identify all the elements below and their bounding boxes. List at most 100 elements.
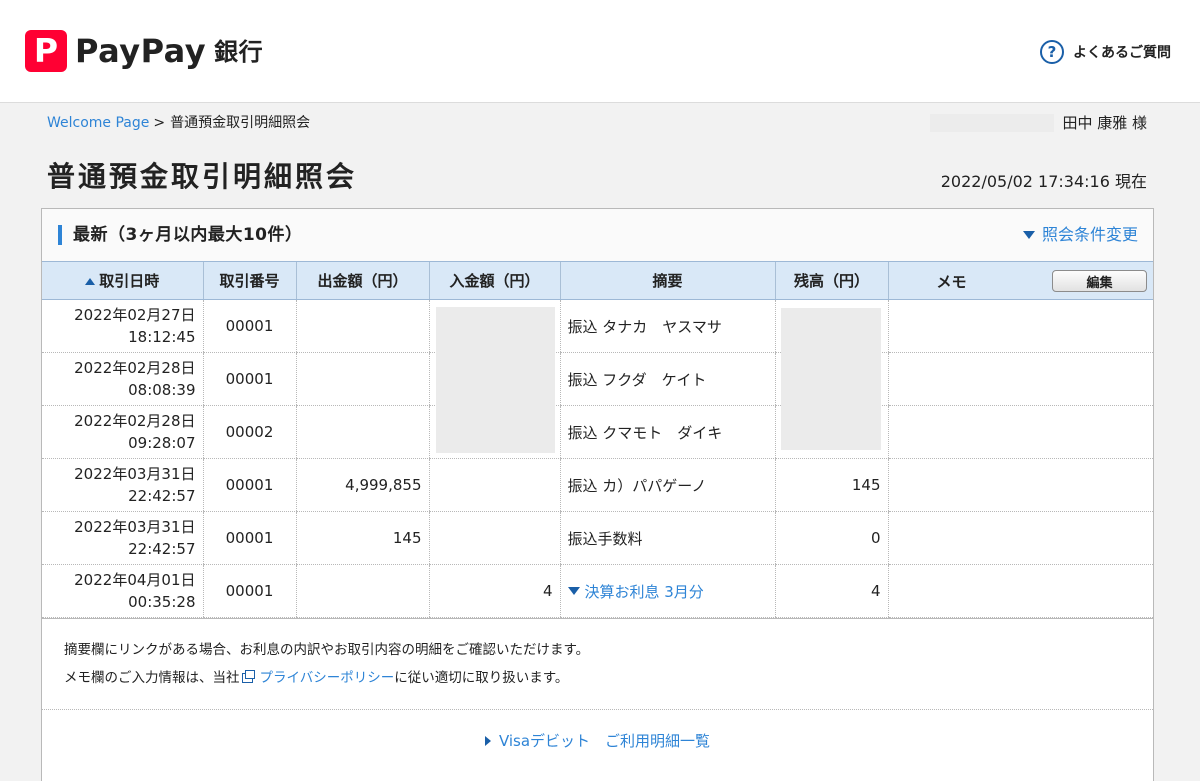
cell-description: 振込 タナカ ヤスマサ bbox=[559, 299, 775, 353]
panel-title: 最新（3ヶ月以内最大10件） bbox=[73, 225, 303, 245]
as-of-timestamp: 2022/05/02 17:34:16 現在 bbox=[940, 172, 1147, 191]
row-time: 22:42:57 bbox=[128, 540, 196, 558]
page-title: 普通預金取引明細照会 bbox=[47, 160, 358, 193]
edit-memo-button[interactable]: 編集 bbox=[1052, 270, 1147, 292]
breadcrumb: Welcome Page > 普通預金取引明細照会 bbox=[47, 114, 310, 132]
cell-credit bbox=[428, 511, 560, 565]
cell-debit bbox=[295, 564, 429, 618]
triangle-down-icon bbox=[567, 587, 580, 595]
cell-description: 決算お利息 3月分 bbox=[559, 564, 775, 618]
cell-date: 2022年03月31日 22:42:57 bbox=[42, 458, 203, 512]
cell-description: 振込 クマモト ダイキ bbox=[559, 405, 775, 459]
change-query-link[interactable]: 照会条件変更 bbox=[1022, 224, 1138, 246]
cell-memo bbox=[887, 564, 1153, 618]
cell-debit bbox=[295, 405, 429, 459]
row-time: 09:28:07 bbox=[128, 434, 196, 452]
cell-number: 00001 bbox=[202, 352, 296, 406]
triangle-down-icon bbox=[1022, 231, 1035, 239]
cell-memo bbox=[887, 299, 1153, 353]
cell-debit bbox=[295, 352, 429, 406]
table-row: 2022年02月28日 08:08:39 00001 振込 フクダ ケイト bbox=[42, 352, 1153, 406]
header-balance: 残高（円） bbox=[774, 261, 888, 300]
cell-credit bbox=[428, 458, 560, 512]
row-date: 2022年03月31日 bbox=[74, 518, 196, 536]
masked-info bbox=[930, 114, 1055, 132]
cell-date: 2022年03月31日 22:42:57 bbox=[42, 511, 203, 565]
cell-debit bbox=[295, 299, 429, 353]
note-link-info: 摘要欄にリンクがある場合、お利息の内訳やお取引内容の明細をご確認いただけます。 bbox=[64, 642, 590, 658]
row-date: 2022年03月31日 bbox=[74, 465, 196, 483]
cell-description: 振込手数料 bbox=[559, 511, 775, 565]
row-date: 2022年04月01日 bbox=[74, 571, 196, 589]
cell-number: 00001 bbox=[202, 564, 296, 618]
visa-debit-statement-link[interactable]: Visaデビット ご利用明細一覧 bbox=[484, 730, 711, 752]
header-debit: 出金額（円） bbox=[295, 261, 429, 300]
masked-balance-amounts bbox=[781, 308, 881, 450]
cell-number: 00002 bbox=[202, 405, 296, 459]
cell-description: 振込 フクダ ケイト bbox=[559, 352, 775, 406]
notes-block: 摘要欄にリンクがある場合、お利息の内訳やお取引内容の明細をご確認いただけます。 … bbox=[42, 618, 1153, 710]
visa-debit-label: Visaデビット ご利用明細一覧 bbox=[498, 732, 711, 750]
cell-credit: 4 bbox=[428, 564, 560, 618]
brand-name-suffix: 銀行 bbox=[214, 38, 264, 66]
brand-name[interactable]: PayPay 銀行 bbox=[75, 31, 263, 72]
breadcrumb-separator: > bbox=[153, 115, 166, 131]
cell-memo bbox=[887, 511, 1153, 565]
breadcrumb-current: 普通預金取引明細照会 bbox=[170, 115, 311, 131]
panel-header: 最新（3ヶ月以内最大10件） 照会条件変更 bbox=[42, 209, 1153, 261]
row-date: 2022年02月28日 bbox=[74, 412, 196, 430]
logo-glyph: P bbox=[33, 31, 59, 70]
table-header-row: 取引日時 取引番号 出金額（円） 入金額（円） 摘要 残高（円） メモ 編集 bbox=[42, 261, 1153, 300]
masked-credit-amounts bbox=[436, 307, 555, 453]
breadcrumb-home-link[interactable]: Welcome Page bbox=[47, 115, 149, 131]
cell-description: 振込 カ）パパゲーノ bbox=[559, 458, 775, 512]
cell-memo bbox=[887, 352, 1153, 406]
header-memo: メモ 編集 bbox=[887, 261, 1153, 300]
row-time: 22:42:57 bbox=[128, 487, 196, 505]
paypay-logo-icon[interactable]: P bbox=[25, 30, 67, 72]
cell-memo bbox=[887, 405, 1153, 459]
cell-memo bbox=[887, 458, 1153, 512]
cell-date: 2022年02月28日 08:08:39 bbox=[42, 352, 203, 406]
privacy-policy-link[interactable]: プライバシーポリシー bbox=[260, 670, 395, 686]
header-memo-label: メモ bbox=[936, 273, 967, 291]
cell-number: 00001 bbox=[202, 299, 296, 353]
sort-up-icon bbox=[85, 278, 96, 285]
header-number: 取引番号 bbox=[202, 261, 296, 300]
cell-debit: 145 bbox=[295, 511, 429, 565]
faq-label: よくあるご質問 bbox=[1073, 45, 1171, 61]
row-date: 2022年02月27日 bbox=[74, 306, 196, 324]
cell-date: 2022年04月01日 00:35:28 bbox=[42, 564, 203, 618]
cell-balance: 145 bbox=[774, 458, 888, 512]
cell-number: 00001 bbox=[202, 458, 296, 512]
row-time: 18:12:45 bbox=[128, 328, 196, 346]
header-description: 摘要 bbox=[559, 261, 775, 300]
cell-number: 00001 bbox=[202, 511, 296, 565]
visa-row: Visaデビット ご利用明細一覧 bbox=[42, 730, 1153, 752]
note-memo-info: メモ欄のご入力情報は、当社 プライバシーポリシーに従い適切に取り扱います。 bbox=[64, 669, 568, 687]
header-credit: 入金額（円） bbox=[428, 261, 560, 300]
cell-debit: 4,999,855 bbox=[295, 458, 429, 512]
table-row: 2022年03月31日 22:42:57 00001 145 振込手数料 0 bbox=[42, 511, 1153, 565]
external-window-icon bbox=[241, 670, 255, 683]
interest-detail-link[interactable]: 決算お利息 3月分 bbox=[567, 581, 704, 602]
cell-date: 2022年02月28日 09:28:07 bbox=[42, 405, 203, 459]
cell-balance: 4 bbox=[774, 564, 888, 618]
table-row: 2022年03月31日 22:42:57 00001 4,999,855 振込 カ… bbox=[42, 458, 1153, 512]
row-time: 00:35:28 bbox=[128, 593, 196, 611]
table-row: 2022年02月27日 18:12:45 00001 振込 タナカ ヤスマサ bbox=[42, 299, 1153, 353]
note-memo-prefix: メモ欄のご入力情報は、当社 bbox=[64, 670, 240, 686]
brand-name-main: PayPay bbox=[75, 32, 207, 70]
interest-detail-label: 決算お利息 3月分 bbox=[584, 582, 704, 601]
transaction-panel: 最新（3ヶ月以内最大10件） 照会条件変更 取引日時 取引番号 出金額（円） 入… bbox=[41, 208, 1154, 781]
table-row: 2022年04月01日 00:35:28 00001 4 決算お利息 3月分 4 bbox=[42, 564, 1153, 618]
section-accent-bar bbox=[58, 225, 62, 245]
cell-date: 2022年02月27日 18:12:45 bbox=[42, 299, 203, 353]
faq-link[interactable]: ? よくあるご質問 bbox=[1040, 39, 1171, 65]
cell-balance: 0 bbox=[774, 511, 888, 565]
row-date: 2022年02月28日 bbox=[74, 359, 196, 377]
user-block: 田中 康雅 様 bbox=[930, 114, 1147, 132]
question-circle-icon: ? bbox=[1040, 40, 1064, 64]
header-date[interactable]: 取引日時 bbox=[42, 261, 203, 300]
triangle-right-icon bbox=[484, 736, 491, 746]
